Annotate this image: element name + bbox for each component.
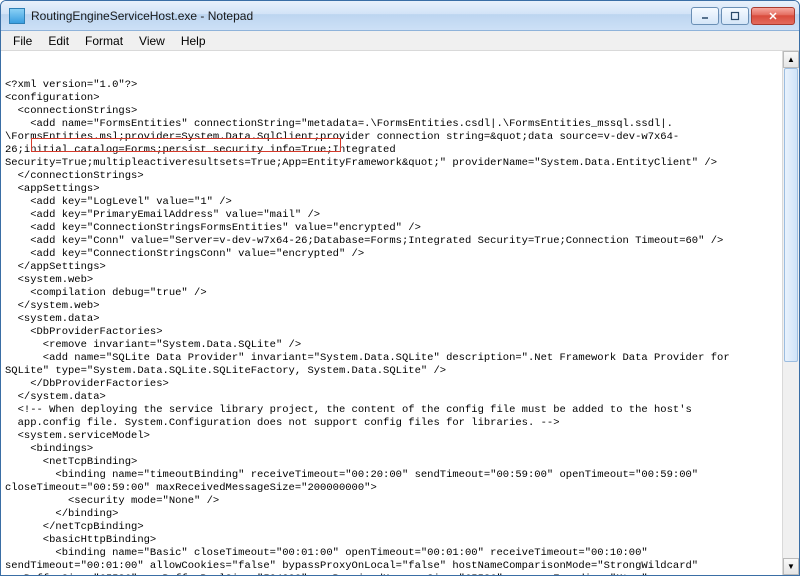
- notepad-icon: [9, 8, 25, 24]
- menu-edit[interactable]: Edit: [40, 32, 77, 50]
- scroll-down-arrow-icon[interactable]: ▼: [783, 558, 799, 575]
- scroll-track[interactable]: [783, 68, 799, 558]
- editor-wrapper: <?xml version="1.0"?> <configuration> <c…: [1, 51, 799, 575]
- menu-view[interactable]: View: [131, 32, 173, 50]
- file-content[interactable]: <?xml version="1.0"?> <configuration> <c…: [5, 79, 795, 575]
- titlebar[interactable]: RoutingEngineServiceHost.exe - Notepad: [1, 1, 799, 31]
- scroll-up-arrow-icon[interactable]: ▲: [783, 51, 799, 68]
- menu-file[interactable]: File: [5, 32, 40, 50]
- scroll-thumb[interactable]: [784, 68, 798, 362]
- maximize-button[interactable]: [721, 7, 749, 25]
- minimize-button[interactable]: [691, 7, 719, 25]
- window-controls: [691, 7, 795, 25]
- vertical-scrollbar[interactable]: ▲ ▼: [782, 51, 799, 575]
- text-editor[interactable]: <?xml version="1.0"?> <configuration> <c…: [1, 51, 799, 575]
- close-button[interactable]: [751, 7, 795, 25]
- menu-format[interactable]: Format: [77, 32, 131, 50]
- menubar: File Edit Format View Help: [1, 31, 799, 51]
- window-title: RoutingEngineServiceHost.exe - Notepad: [31, 9, 691, 23]
- menu-help[interactable]: Help: [173, 32, 214, 50]
